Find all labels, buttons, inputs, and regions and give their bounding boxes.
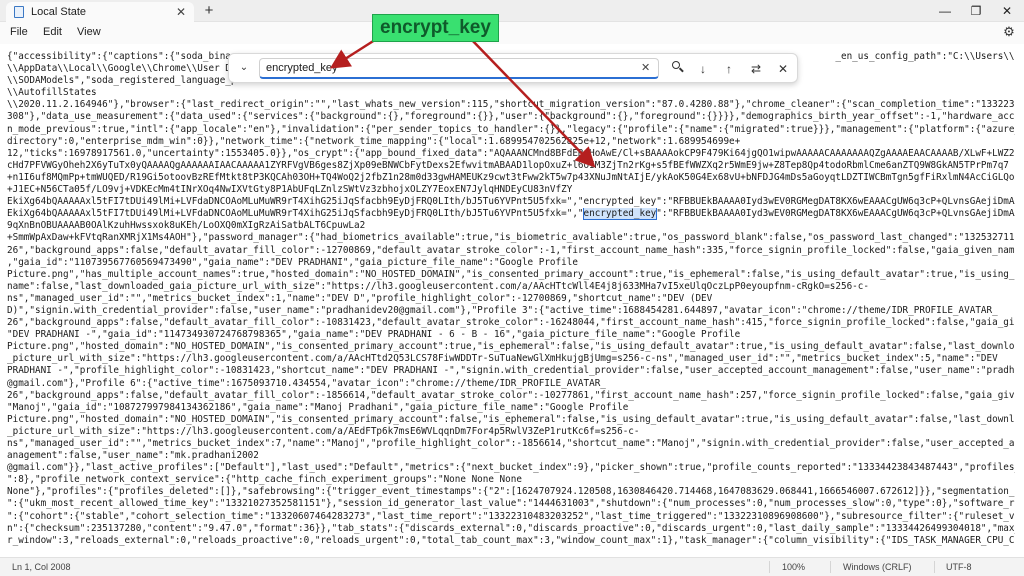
text-line: +n1I6uf8MQmPp+tmWUQED/R19Gi5otoovBzREfMt… <box>7 171 1015 183</box>
text-line: \\2020.11.2.164946"},"browser":{"last_re… <box>7 99 1015 111</box>
text-line: 26","background_apps":false,"default_ava… <box>7 244 1015 256</box>
tab-local-state[interactable]: Local State ✕ <box>6 2 194 22</box>
status-divider <box>830 561 831 573</box>
text-line: ,"gaia_id":"110739567760569473490","gaia… <box>7 256 578 268</box>
text-line: ":8},"profile_network_context_service":{… <box>7 474 522 486</box>
clear-search-icon[interactable]: ✕ <box>641 61 650 74</box>
text-line: anagement":false,"user_name":"mk.pradhan… <box>7 450 259 462</box>
text-line: 9qXnBnOBUAAAAB0OAlKzuhHwssxok8uKEh/LoOXQ… <box>7 220 366 232</box>
text-line: ns","managed_user_id":"","metrics_bucket… <box>7 292 713 304</box>
text-line: PRADHANI -","profile_highlight_color":-1… <box>7 365 1015 377</box>
text-line: +J1EC+N56CTa05f/LO9vj+VDKEcMm4tINrXOq4Nw… <box>7 184 573 196</box>
text-line: _picture_url_with_size":"https://lh3.goo… <box>7 353 998 365</box>
new-tab-button[interactable]: + <box>200 2 218 20</box>
text-line: None"},"profiles":{"profiles_deleted":[]… <box>7 486 1015 498</box>
text-line: EkiXg64bQAAAAAxl5tFI7tDUi49lMi+LVFdaDNCO… <box>7 208 1015 221</box>
chevron-down-icon[interactable]: ⌄ <box>236 60 252 76</box>
text-line: r_window":3,"reloads_external":0,"reload… <box>7 534 1015 546</box>
text-line: D)","signin.with_credential_provider":fa… <box>7 304 998 316</box>
text-line: "Manoj","gaia_id":"108727997984134362186… <box>7 401 629 413</box>
close-tab-icon[interactable]: ✕ <box>176 5 186 19</box>
find-input[interactable] <box>259 58 659 79</box>
find-previous-button[interactable]: ↑ <box>720 60 738 78</box>
text-editor[interactable]: {"accessibility":{"captions":{"soda_bina… <box>0 44 1024 554</box>
search-icon[interactable] <box>671 60 685 74</box>
text-line: name":false,"last_downloaded_gaia_pictur… <box>7 280 869 292</box>
text-line: +SmmWpAxDaw+kFVtqRanXMRjX1Ms4AOH"},"pass… <box>7 232 1015 244</box>
replace-toggle-button[interactable]: ⇄ <box>747 60 765 78</box>
document-icon <box>14 6 24 18</box>
text-line: 26","background_apps":false,"default_ava… <box>7 317 1015 329</box>
text-line: n":{"checksum":235137280,"content":"9.47… <box>7 522 1015 534</box>
menu-file[interactable]: File <box>10 26 28 38</box>
close-window-button[interactable]: ✕ <box>992 0 1022 22</box>
cursor-position: Ln 1, Col 2008 <box>12 562 71 572</box>
line-ending[interactable]: Windows (CRLF) <box>843 562 912 572</box>
notepad-window: Local State ✕ + — ❐ ✕ File Edit View ⚙ {… <box>0 0 1024 576</box>
annotation-callout: encrypt_key <box>372 14 499 42</box>
menu-view[interactable]: View <box>77 26 101 38</box>
text-line: n_mode_previous":true,"intl":{"app_local… <box>7 123 1015 135</box>
text-line: ns","managed_user_id":"","metrics_bucket… <box>7 438 1015 449</box>
status-bar: Ln 1, Col 2008 100% Windows (CRLF) UTF-8 <box>0 557 1024 576</box>
text-line: "DEV PRADHANI -","gaia_id":"114734930724… <box>7 329 741 341</box>
text-line: Picture.png","has_multiple_account_names… <box>7 268 1015 280</box>
encoding[interactable]: UTF-8 <box>946 562 972 572</box>
maximize-button[interactable]: ❐ <box>961 0 991 22</box>
text-line: directory":0,"enterprise_mdm_win":0}},"n… <box>7 135 741 147</box>
minimize-button[interactable]: — <box>930 0 960 22</box>
text-line: ":{"ukm_most_recent_allowed_time_key":"1… <box>7 498 1015 510</box>
text-line: _picture_url_with_size":"https://lh3.goo… <box>7 425 640 437</box>
menu-bar: File Edit View <box>0 22 1024 44</box>
status-divider <box>769 561 770 573</box>
file-content: {"accessibility":{"captions":{"soda_bina… <box>7 51 1015 547</box>
text-line: 308"},"data_use_measurement":{"data_used… <box>7 111 1015 123</box>
text-line: cHd7PFVWGyOheh2X6yTuTx0yQAAAAQgAAAAAAIAA… <box>7 159 1009 171</box>
text-line: \\AutofillStates <box>7 87 97 99</box>
find-panel: ⌄ ✕ ↓ ↑ ⇄ ✕ <box>228 53 798 83</box>
close-find-button[interactable]: ✕ <box>774 60 792 78</box>
text-line: Picture.png","hosted_domain":"NO_HOSTED_… <box>7 341 1015 353</box>
text-line: 26","background_apps":false,"default_ava… <box>7 389 1015 401</box>
zoom-level[interactable]: 100% <box>782 562 805 572</box>
title-bar: Local State ✕ + — ❐ ✕ <box>0 0 1024 22</box>
text-line: Picture.png","hosted_domain":"NO_HOSTED_… <box>7 413 1015 425</box>
status-divider <box>934 561 935 573</box>
gear-icon[interactable]: ⚙ <box>1001 24 1017 40</box>
find-next-button[interactable]: ↓ <box>694 60 712 78</box>
search-match-highlight: encrypted_key <box>582 208 658 221</box>
menu-edit[interactable]: Edit <box>43 26 62 38</box>
text-line: @gmail.com"},"Profile 6":{"active_time":… <box>7 377 606 389</box>
tab-label: Local State <box>31 6 87 18</box>
text-line: 12,"ticks":16978917561.0,"uncertainty":1… <box>7 147 1015 159</box>
text-line: ":{"cohort":{"stable","cohort_selection_… <box>7 510 1015 522</box>
text-line: @gmail.com"}},"last_active_profiles":["D… <box>7 462 1015 474</box>
text-line: EkiXg64bQAAAAAxl5tFI7tDUi49lMi+LVFdaDNCO… <box>7 196 1015 208</box>
